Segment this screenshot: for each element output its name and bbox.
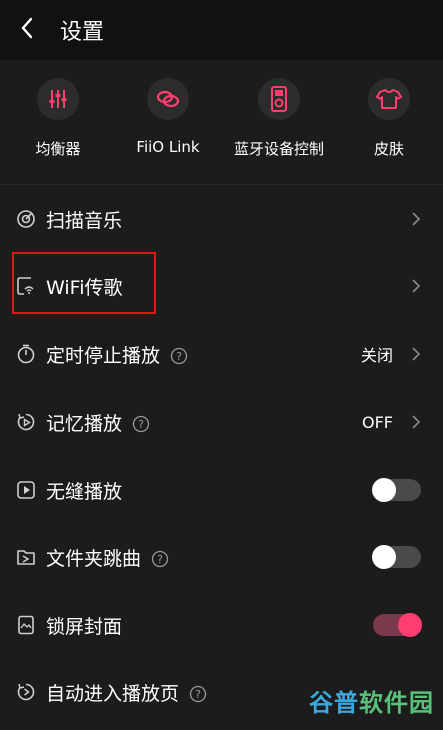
equalizer-icon — [37, 78, 79, 120]
row-value: OFF — [362, 412, 393, 432]
help-icon[interactable]: ? — [132, 415, 150, 433]
timer-icon — [16, 344, 36, 364]
watermark-text-part1: 谷普 — [309, 688, 359, 717]
toggle-knob — [372, 478, 396, 502]
row-lockscreen-cover: 锁屏封面 — [0, 591, 443, 659]
row-label: 自动进入播放页 — [46, 682, 180, 705]
row-label-wrap: 自动进入播放页 ? — [46, 679, 207, 706]
help-icon[interactable]: ? — [170, 347, 188, 365]
row-label: 锁屏封面 — [46, 615, 123, 638]
svg-text:?: ? — [195, 688, 201, 701]
skin-shirt-icon — [368, 78, 410, 120]
watermark-logo: 谷普 软件园 — [300, 680, 443, 720]
help-icon[interactable]: ? — [151, 550, 169, 568]
row-memory-play[interactable]: 记忆播放 ? OFF — [0, 388, 443, 456]
chevron-right-icon — [411, 414, 421, 430]
chevron-right-icon — [411, 211, 421, 227]
svg-text:?: ? — [157, 553, 163, 566]
row-label: 记忆播放 — [46, 412, 123, 435]
settings-screen: 设置 均衡器 FiiO Link 蓝牙设备控制 皮肤 扫描音乐 WiFi传歌 定… — [0, 0, 443, 730]
header-bar: 设置 — [0, 0, 443, 60]
row-timer-stop[interactable]: 定时停止播放 ? 关闭 — [0, 320, 443, 388]
lockscreen-cover-icon — [16, 615, 36, 635]
svg-text:?: ? — [176, 350, 182, 363]
lockscreen-cover-toggle[interactable] — [373, 613, 422, 637]
help-icon[interactable]: ? — [189, 685, 207, 703]
row-gapless-play: 无缝播放 — [0, 456, 443, 524]
shortcut-skin[interactable]: 皮肤 — [334, 78, 443, 178]
shortcut-label: 均衡器 — [35, 140, 81, 158]
row-label-wrap: 记忆播放 ? — [46, 409, 150, 436]
back-button[interactable] — [2, 0, 52, 60]
toggle-knob — [398, 613, 422, 637]
shortcut-label: FiiO Link — [136, 138, 200, 156]
chevron-right-icon — [411, 346, 421, 362]
shortcut-bluetooth-control[interactable]: 蓝牙设备控制 — [224, 78, 334, 178]
row-scan-music[interactable]: 扫描音乐 — [0, 185, 443, 253]
shortcut-label: 蓝牙设备控制 — [233, 140, 324, 158]
link-icon — [147, 78, 189, 120]
highlight-box — [12, 252, 156, 314]
scan-icon — [16, 209, 36, 229]
shortcut-label: 皮肤 — [373, 140, 404, 158]
auto-play-page-icon — [16, 682, 36, 702]
shortcut-equalizer[interactable]: 均衡器 — [3, 78, 113, 178]
row-label: 无缝播放 — [46, 480, 123, 503]
memory-play-icon — [16, 412, 36, 432]
toggle-knob — [372, 545, 396, 569]
page-title: 设置 — [60, 20, 105, 45]
row-label: 定时停止播放 — [46, 344, 161, 367]
gapless-play-icon — [16, 480, 36, 500]
folder-skip-icon — [16, 547, 36, 567]
row-label-wrap: 文件夹跳曲 ? — [46, 544, 169, 571]
folder-skip-toggle[interactable] — [372, 545, 421, 569]
shortcut-fiio-link[interactable]: FiiO Link — [113, 78, 223, 178]
row-label: 文件夹跳曲 — [46, 547, 142, 570]
row-label: 扫描音乐 — [46, 209, 123, 232]
chevron-right-icon — [411, 278, 421, 294]
bluetooth-device-icon — [258, 78, 300, 120]
shortcut-bar: 均衡器 FiiO Link 蓝牙设备控制 皮肤 — [0, 60, 443, 184]
row-value: 关闭 — [360, 346, 393, 365]
row-folder-skip: 文件夹跳曲 ? — [0, 523, 443, 591]
chevron-left-icon — [20, 17, 34, 43]
watermark-text-part2: 软件园 — [359, 688, 434, 717]
svg-text:?: ? — [138, 418, 144, 431]
row-label-wrap: 定时停止播放 ? — [46, 341, 188, 368]
gapless-toggle[interactable] — [372, 478, 421, 502]
